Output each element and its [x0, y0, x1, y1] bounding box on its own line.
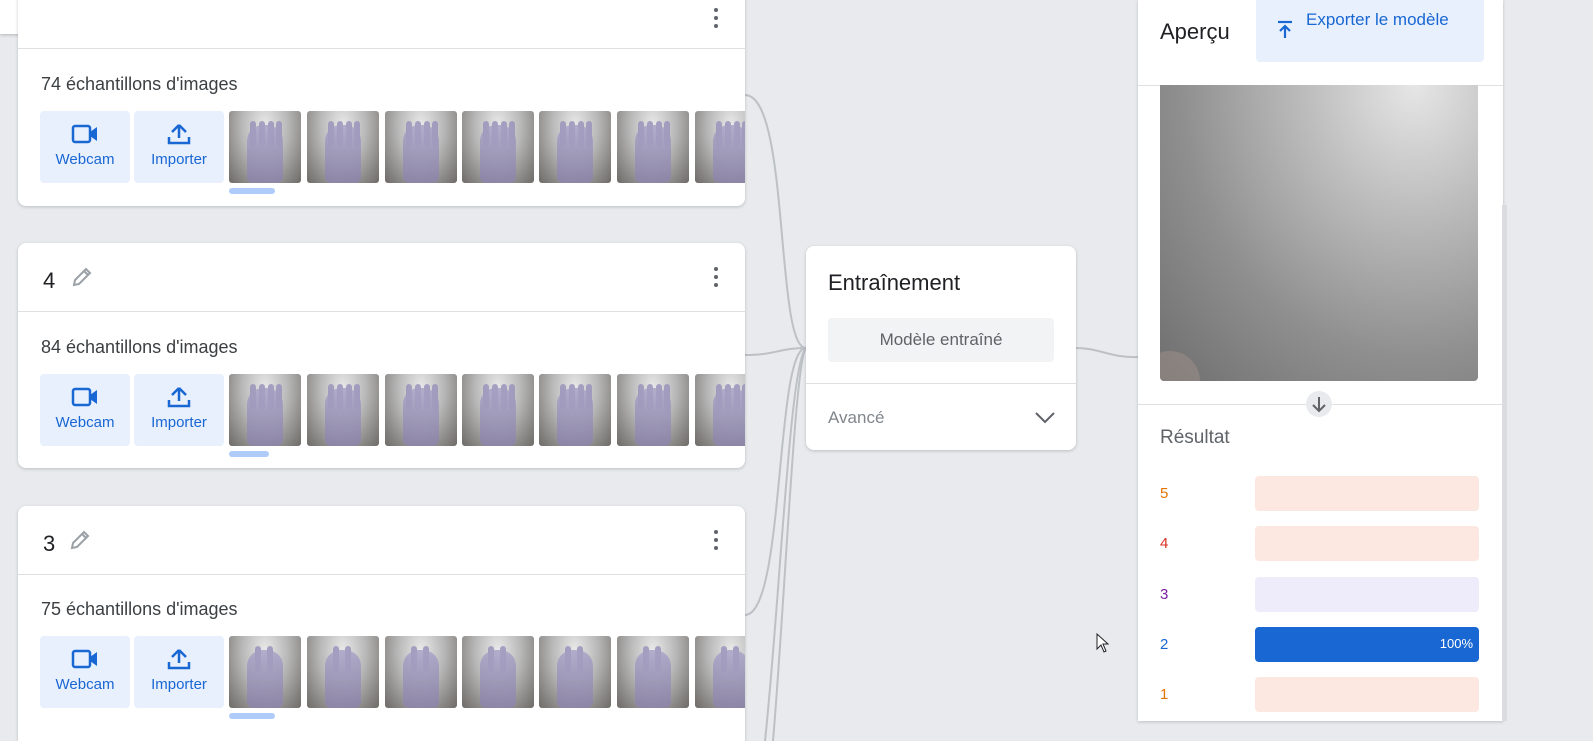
sample-thumbnail[interactable] — [695, 636, 745, 708]
sample-thumbnail[interactable] — [462, 374, 534, 446]
upload-button[interactable]: Importer — [134, 636, 224, 708]
sample-thumbnail[interactable] — [695, 374, 745, 446]
upload-label: Importer — [151, 151, 207, 168]
sample-thumbnail[interactable] — [539, 636, 611, 708]
webcam-icon — [71, 649, 97, 669]
class-card: 4 84 échantillons d'images Webcam Import… — [18, 243, 745, 468]
sample-thumbnail[interactable] — [462, 111, 534, 183]
webcam-label: Webcam — [55, 676, 115, 693]
advanced-toggle-label[interactable]: Avancé — [828, 408, 884, 428]
sample-thumbnail[interactable] — [307, 374, 379, 446]
class-card: 3 75 échantillons d'images Webcam Import… — [18, 506, 745, 741]
upload-button[interactable]: Importer — [134, 111, 224, 183]
result-bar: 100% — [1255, 627, 1479, 662]
thumbnail-scrollbar[interactable] — [229, 713, 275, 719]
sample-thumbnail[interactable] — [539, 111, 611, 183]
webcam-preview — [1160, 85, 1478, 381]
upload-button[interactable]: Importer — [134, 374, 224, 446]
webcam-icon — [71, 387, 97, 407]
export-model-button[interactable]: Exporter le modèle — [1256, 0, 1484, 62]
more-vert-icon[interactable] — [713, 8, 719, 32]
sample-thumbnail[interactable] — [229, 636, 301, 708]
thumbnail-scrollbar[interactable] — [229, 188, 275, 194]
edit-icon[interactable] — [70, 265, 94, 289]
sample-thumbnail[interactable] — [695, 111, 745, 183]
training-title: Entraînement — [828, 270, 961, 295]
training-card: Entraînement Modèle entraîné Avancé — [806, 246, 1076, 450]
sample-count: 75 échantillons d'images — [41, 599, 238, 619]
class-card: 74 échantillons d'images Webcam Importer — [18, 0, 745, 206]
result-bar — [1255, 677, 1479, 712]
sample-thumbnail[interactable] — [539, 374, 611, 446]
sample-thumbnail[interactable] — [229, 374, 301, 446]
sample-thumbnail[interactable] — [462, 636, 534, 708]
result-bar — [1255, 476, 1479, 511]
preview-title: Aperçu — [1160, 19, 1230, 44]
sample-count: 74 échantillons d'images — [41, 74, 238, 94]
upload-icon — [167, 649, 191, 670]
export-label: Exporter le modèle — [1306, 10, 1449, 29]
train-model-button[interactable]: Modèle entraîné — [828, 318, 1054, 362]
sample-thumbnail[interactable] — [307, 111, 379, 183]
webcam-label: Webcam — [55, 414, 115, 431]
class-name[interactable]: 4 — [43, 268, 55, 294]
preview-header: Aperçu Exporter le modèle — [1138, 0, 1503, 86]
edit-icon[interactable] — [68, 528, 92, 552]
sample-thumbnail[interactable] — [385, 636, 457, 708]
preview-panel: Aperçu Exporter le modèle Résultat 5 4 3… — [1138, 0, 1503, 721]
result-percent: 100% — [1439, 636, 1473, 651]
sample-thumbnail[interactable] — [385, 111, 457, 183]
thumbnail-scrollbar[interactable] — [229, 451, 269, 457]
result-label: 5 — [1160, 485, 1169, 502]
upload-label: Importer — [151, 676, 207, 693]
result-bar — [1255, 577, 1479, 612]
webcam-icon — [71, 124, 97, 144]
upload-icon — [167, 387, 191, 408]
divider — [806, 383, 1076, 384]
class-card-header: 4 — [18, 243, 745, 312]
class-card-header — [18, 0, 745, 49]
result-label: 4 — [1160, 535, 1169, 552]
chevron-down-icon[interactable] — [1034, 406, 1056, 428]
webcam-button[interactable]: Webcam — [40, 374, 130, 446]
class-name[interactable]: 3 — [43, 531, 55, 557]
webcam-button[interactable]: Webcam — [40, 111, 130, 183]
sample-thumbnail[interactable] — [617, 111, 689, 183]
upload-label: Importer — [151, 414, 207, 431]
class-card-header: 3 — [18, 506, 745, 575]
sample-thumbnail[interactable] — [617, 374, 689, 446]
preview-scrollbar[interactable] — [1502, 205, 1507, 721]
export-icon — [1278, 20, 1292, 38]
more-vert-icon[interactable] — [713, 267, 719, 291]
output-title: Résultat — [1160, 427, 1230, 448]
arrow-down-icon[interactable] — [1306, 391, 1332, 417]
mouse-cursor-icon — [1096, 633, 1110, 653]
sample-thumbnail[interactable] — [385, 374, 457, 446]
sample-thumbnail[interactable] — [617, 636, 689, 708]
sample-thumbnail[interactable] — [229, 111, 301, 183]
more-vert-icon[interactable] — [713, 530, 719, 554]
result-label: 3 — [1160, 586, 1169, 603]
sample-count: 84 échantillons d'images — [41, 337, 238, 357]
webcam-button[interactable]: Webcam — [40, 636, 130, 708]
result-label: 2 — [1160, 636, 1169, 653]
webcam-label: Webcam — [55, 151, 115, 168]
upload-icon — [167, 124, 191, 145]
result-bar — [1255, 526, 1479, 561]
result-label: 1 — [1160, 686, 1169, 703]
sample-thumbnail[interactable] — [307, 636, 379, 708]
